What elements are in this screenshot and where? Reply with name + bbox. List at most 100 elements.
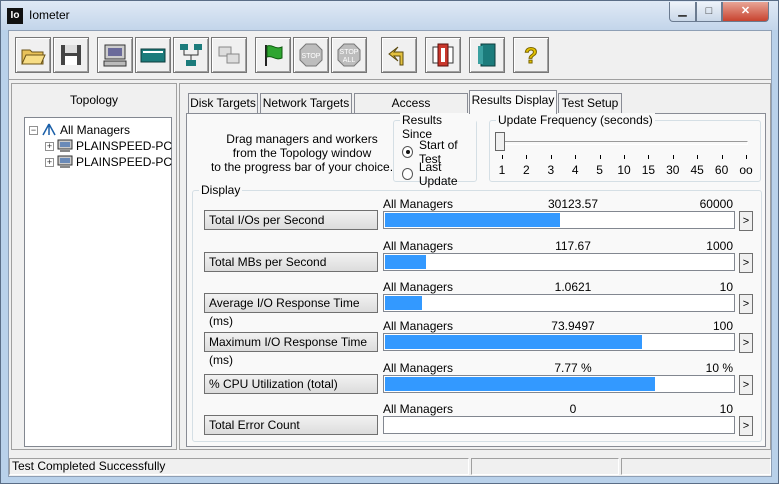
door-icon bbox=[478, 43, 496, 67]
computer-icon bbox=[57, 155, 73, 168]
update-frequency-slider[interactable] bbox=[495, 132, 505, 151]
tab-network-targets[interactable]: Network Targets bbox=[260, 93, 352, 113]
metric-max: 1000 bbox=[706, 239, 733, 253]
window-title: Iometer bbox=[29, 8, 70, 22]
folder-open-icon bbox=[21, 49, 46, 65]
metric-max: 100 bbox=[712, 319, 733, 333]
metric-options-button[interactable]: > bbox=[739, 375, 753, 395]
metric-options-button[interactable]: > bbox=[739, 294, 753, 314]
update-frequency-label: Update Frequency (seconds) bbox=[496, 113, 655, 127]
metric-source-label: All Managers bbox=[383, 280, 454, 294]
metric-value: 7.77 % bbox=[554, 361, 592, 375]
tree-root-label: All Managers bbox=[60, 123, 131, 137]
metric-max: 10 bbox=[719, 402, 733, 416]
tab-disk-targets[interactable]: Disk Targets bbox=[188, 93, 258, 113]
metric-value: 117.67 bbox=[555, 239, 591, 253]
results-display-page: Drag managers and workers from the Topol… bbox=[186, 113, 766, 447]
topology-tree[interactable]: − All Managers + PLAINSPEED-PC + PLAINSP… bbox=[24, 117, 172, 447]
help-button[interactable]: ? bbox=[513, 37, 549, 73]
display-group: Display Total I/Os per Second All Manager… bbox=[192, 183, 762, 442]
metric-select-button[interactable]: Average I/O Response Time (ms) bbox=[204, 293, 378, 328]
radio-last-update[interactable]: Last Update bbox=[402, 160, 476, 188]
reset-workers-button[interactable] bbox=[381, 37, 417, 73]
metric-progress-fill bbox=[385, 335, 642, 349]
exit-button[interactable] bbox=[425, 37, 461, 73]
tree-item-label: PLAINSPEED-PC bbox=[76, 139, 173, 153]
metric-progress-bar[interactable] bbox=[383, 294, 735, 312]
toolbar: STOP STOP ALL ? bbox=[9, 31, 771, 80]
metric-select-button[interactable]: Total Error Count bbox=[204, 415, 378, 435]
metric-options-button[interactable]: > bbox=[739, 333, 753, 353]
metric-value: 73.9497 bbox=[551, 319, 595, 333]
floppy-disk-icon bbox=[61, 45, 81, 65]
metric-source-label: All Managers bbox=[383, 197, 454, 211]
open-config-button[interactable] bbox=[15, 37, 51, 73]
save-config-button[interactable] bbox=[53, 37, 89, 73]
tab-results-display[interactable]: Results Display bbox=[469, 90, 557, 114]
metric-progress-bar[interactable] bbox=[383, 333, 735, 351]
metric-source-label: All Managers bbox=[383, 239, 454, 253]
metric-select-button[interactable]: Total MBs per Second bbox=[204, 252, 378, 272]
green-flag-icon bbox=[265, 45, 283, 66]
close-button[interactable]: ✕ bbox=[722, 2, 769, 22]
metric-progress-bar[interactable] bbox=[383, 416, 735, 434]
computer-icon bbox=[57, 139, 73, 152]
topology-label: Topology bbox=[69, 93, 119, 107]
frequency-tick-label: 1 bbox=[498, 163, 506, 177]
metric-progress-fill bbox=[385, 377, 655, 391]
update-frequency-track[interactable] bbox=[498, 141, 748, 145]
results-since-label: Results Since bbox=[400, 113, 476, 141]
stop-text: STOP bbox=[302, 53, 321, 60]
metric-value: 30123.57 bbox=[547, 197, 599, 211]
expand-icon[interactable]: + bbox=[45, 141, 54, 151]
frequency-tick-mark bbox=[721, 155, 723, 159]
frequency-tick-label: 15 bbox=[641, 163, 656, 177]
new-worker-button[interactable] bbox=[173, 37, 209, 73]
new-manager-button[interactable] bbox=[135, 37, 171, 73]
duplicate-icon bbox=[218, 46, 240, 64]
metric-options-button[interactable]: > bbox=[739, 211, 753, 231]
drag-hint-line: Drag managers and workers bbox=[226, 132, 378, 146]
tree-item-manager-2[interactable]: + PLAINSPEED-PC bbox=[45, 154, 172, 170]
drag-hint: Drag managers and workers from the Topol… bbox=[207, 132, 397, 174]
metric-select-button[interactable]: Maximum I/O Response Time (ms) bbox=[204, 332, 378, 367]
stop-all-icon: STOPALL bbox=[337, 43, 361, 67]
frequency-tick-label: 5 bbox=[596, 163, 603, 177]
stop-button[interactable]: STOP bbox=[293, 37, 329, 73]
metric-select-button[interactable]: % CPU Utilization (total) bbox=[204, 374, 378, 394]
frequency-tick-mark bbox=[550, 155, 552, 159]
metric-progress-bar[interactable] bbox=[383, 253, 735, 271]
metric-max: 10 bbox=[719, 280, 733, 294]
duplicate-worker-button[interactable] bbox=[211, 37, 247, 73]
help-glyph: ? bbox=[524, 43, 537, 68]
collapse-icon[interactable]: − bbox=[29, 125, 38, 135]
start-tests-button[interactable] bbox=[255, 37, 291, 73]
frequency-tick-label: 3 bbox=[547, 163, 555, 177]
metric-progress-bar[interactable] bbox=[383, 211, 735, 229]
metric-select-button[interactable]: Total I/Os per Second bbox=[204, 210, 378, 230]
exit-door-button[interactable] bbox=[469, 37, 505, 73]
maximize-button[interactable]: □ bbox=[696, 2, 722, 22]
metric-options-button[interactable]: > bbox=[739, 416, 753, 436]
tree-item-label: PLAINSPEED-PC bbox=[76, 155, 173, 169]
managers-network-icon bbox=[42, 123, 56, 136]
metric-options-button[interactable]: > bbox=[739, 253, 753, 273]
status-message: Test Completed Successfully bbox=[9, 458, 469, 475]
tree-item-manager-1[interactable]: + PLAINSPEED-PC bbox=[45, 138, 172, 154]
minimize-button[interactable]: ▁ bbox=[669, 2, 696, 22]
frequency-tick-mark bbox=[672, 155, 674, 159]
display-label: Display bbox=[199, 183, 243, 197]
metric-progress-bar[interactable] bbox=[383, 375, 735, 393]
network-icon bbox=[180, 44, 202, 66]
expand-icon[interactable]: + bbox=[45, 157, 54, 167]
tab-access-specifications[interactable]: Access Specifications bbox=[354, 93, 468, 128]
drag-hint-line: to the progress bar of your choice. bbox=[210, 160, 394, 174]
tab-test-setup[interactable]: Test Setup bbox=[558, 93, 622, 113]
iometer-window: Io Iometer ▁ □ ✕ STOP STOP ALL ? Topolog… bbox=[0, 0, 779, 484]
tree-root[interactable]: − All Managers bbox=[29, 122, 130, 138]
metric-progress-fill bbox=[385, 296, 422, 310]
show-results-display-button[interactable] bbox=[97, 37, 133, 73]
title-bar[interactable]: Io Iometer ▁ □ ✕ bbox=[1, 1, 778, 30]
stop-all-button[interactable]: STOP ALL bbox=[331, 37, 367, 73]
update-frequency-group: Update Frequency (seconds) 1 2 3 4 5 10 15 30 45… bbox=[489, 113, 761, 182]
